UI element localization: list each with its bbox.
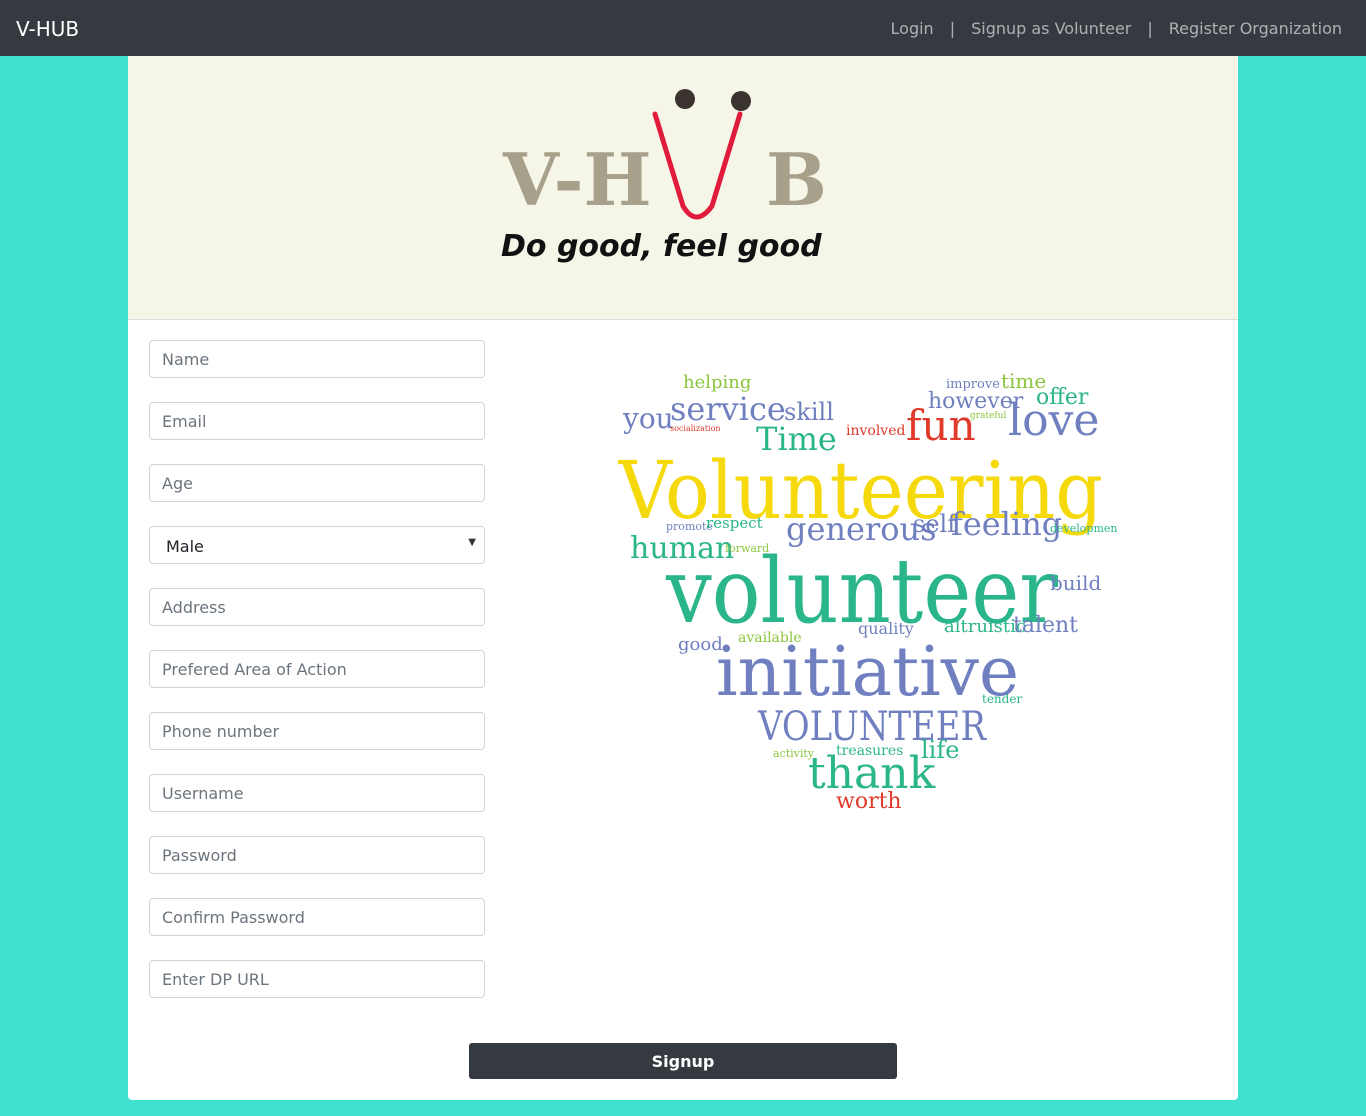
logo-text-end: B (766, 137, 827, 222)
email-input[interactable] (149, 402, 485, 440)
preferred-area-input[interactable] (149, 650, 485, 688)
confirm-password-input[interactable] (149, 898, 485, 936)
volunteering-word-cloud: helping improve time you service skill h… (618, 369, 1118, 814)
word-feeling: feeling (951, 505, 1062, 543)
signup-volunteer-link[interactable]: Signup as Volunteer (971, 19, 1131, 38)
age-input[interactable] (149, 464, 485, 502)
vhub-logo: V-H B Do good, feel good (501, 89, 827, 264)
password-input[interactable] (149, 836, 485, 874)
nav-separator: | (1147, 19, 1153, 38)
logo-tagline: Do good, feel good (501, 229, 822, 264)
word-cloud-words: helping improve time you service skill h… (618, 369, 1118, 814)
dp-url-input[interactable] (149, 960, 485, 998)
logo-text: V-H (502, 137, 652, 222)
gender-select[interactable]: Male ▼ (149, 526, 485, 564)
logo-eye-left (675, 89, 695, 109)
brand-link[interactable]: V-HUB (16, 17, 79, 41)
name-input[interactable] (149, 340, 485, 378)
word-talent: talent (1013, 613, 1078, 638)
word-build: build (1050, 571, 1101, 595)
word-development: development (1050, 522, 1118, 535)
smile-u-shape (652, 111, 743, 220)
banner: V-H B Do good, feel good (128, 56, 1238, 320)
word-love: love (1008, 395, 1099, 446)
word-worth: worth (836, 789, 902, 814)
nav-links: Login | Signup as Volunteer | Register O… (891, 19, 1342, 38)
username-input[interactable] (149, 774, 485, 812)
word-involved: involved (846, 423, 906, 439)
word-you: you (622, 402, 674, 435)
navbar: V-HUB Login | Signup as Volunteer | Regi… (0, 0, 1366, 56)
register-organization-link[interactable]: Register Organization (1169, 19, 1342, 38)
gender-selected-value: Male (166, 537, 204, 556)
login-link[interactable]: Login (891, 19, 934, 38)
word-fun: fun (906, 401, 976, 450)
logo-eye-right (731, 91, 751, 111)
word-tender: tender (982, 692, 1022, 706)
word-initiative: initiative (716, 633, 1019, 712)
signup-card: Male ▼ helping improve time you service … (128, 320, 1238, 1100)
chevron-down-icon: ▼ (468, 537, 476, 548)
phone-input[interactable] (149, 712, 485, 750)
address-input[interactable] (149, 588, 485, 626)
word-socialization: socialization (670, 424, 721, 433)
signup-button[interactable]: Signup (469, 1043, 897, 1079)
word-respect: respect (706, 514, 763, 532)
nav-separator: | (949, 19, 956, 38)
